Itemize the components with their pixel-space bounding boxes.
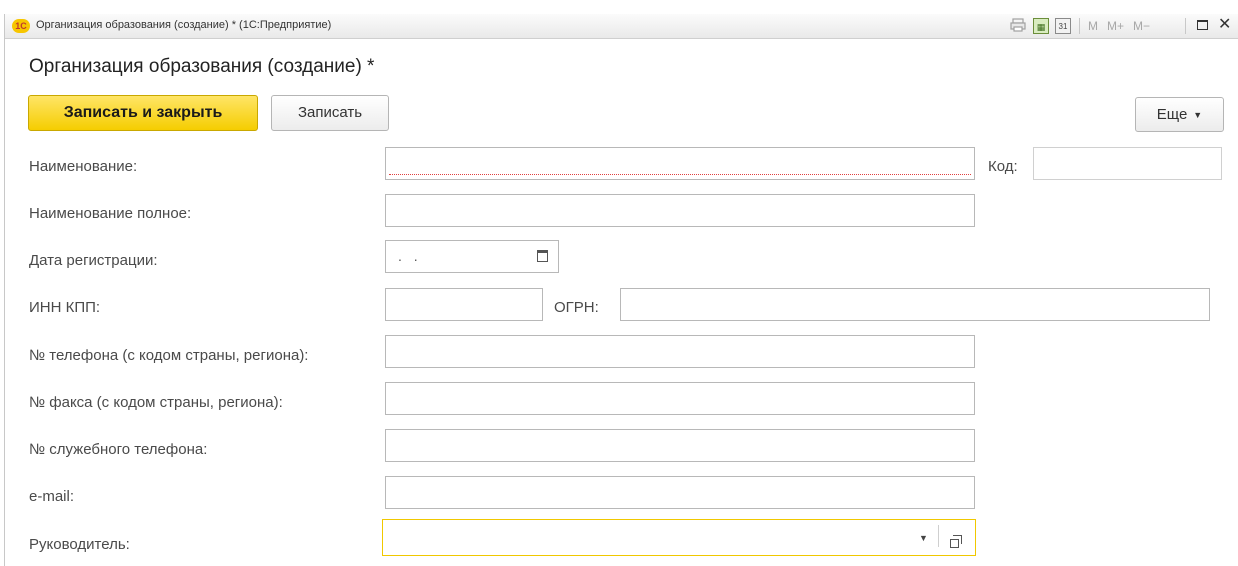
code-label: Код:: [988, 158, 1018, 175]
open-reference-icon[interactable]: [950, 535, 962, 548]
reg-date-value: . .: [398, 248, 422, 264]
window-titlebar: 1С Организация образования (создание) * …: [5, 14, 1238, 39]
head-input[interactable]: [382, 519, 976, 556]
phone-label: № телефона (с кодом страны, региона):: [29, 347, 309, 364]
printer-icon[interactable]: [1009, 18, 1027, 34]
app-logo-icon: 1С: [12, 19, 30, 33]
fax-label: № факса (с кодом страны, региона):: [29, 394, 283, 411]
head-dropdown-separator: [938, 525, 939, 547]
office-phone-input[interactable]: [385, 429, 975, 462]
form-window: 1С Организация образования (создание) * …: [4, 14, 1238, 566]
office-phone-label: № служебного телефона:: [29, 441, 208, 458]
more-label: Еще: [1156, 106, 1188, 123]
memory-minus-button[interactable]: M−: [1133, 18, 1150, 34]
calendar-icon: [537, 250, 548, 262]
maximize-icon[interactable]: [1197, 20, 1208, 30]
page-title: Организация образования (создание) *: [29, 56, 375, 77]
name-input[interactable]: [385, 147, 975, 180]
save-button[interactable]: Записать: [271, 95, 389, 131]
email-label: e-mail:: [29, 488, 75, 505]
full-name-input[interactable]: [385, 194, 975, 227]
ogrn-label: ОГРН:: [554, 299, 599, 316]
save-and-close-button[interactable]: Записать и закрыть: [28, 95, 258, 131]
phone-input[interactable]: [385, 335, 975, 368]
reg-date-label: Дата регистрации:: [29, 252, 158, 269]
memory-plus-button[interactable]: M+: [1107, 18, 1124, 34]
calendar-icon[interactable]: 31: [1055, 18, 1071, 34]
code-input[interactable]: [1033, 147, 1222, 180]
memory-m-button[interactable]: M: [1088, 18, 1098, 34]
date-picker-button[interactable]: [527, 240, 559, 273]
toolbar-separator: [1185, 18, 1186, 34]
top-strip: [0, 0, 1238, 14]
email-input[interactable]: [385, 476, 975, 509]
full-name-label: Наименование полное:: [29, 205, 192, 222]
toolbar-separator: [1079, 18, 1080, 34]
head-dropdown-button[interactable]: ▼: [919, 533, 928, 543]
ogrn-input[interactable]: [620, 288, 1210, 321]
reg-date-input[interactable]: . .: [385, 240, 528, 273]
window-title: Организация образования (создание) * (1С…: [36, 19, 332, 31]
close-icon[interactable]: ✕: [1218, 17, 1231, 33]
fax-input[interactable]: [385, 382, 975, 415]
more-button[interactable]: Еще ▼: [1135, 97, 1224, 132]
calculator-icon[interactable]: ▦: [1033, 18, 1049, 34]
inn-kpp-input[interactable]: [385, 288, 543, 321]
head-label: Руководитель:: [29, 536, 130, 553]
name-label: Наименование:: [29, 158, 138, 175]
inn-kpp-label: ИНН КПП:: [29, 299, 101, 316]
chevron-down-icon: ▼: [1193, 110, 1203, 121]
